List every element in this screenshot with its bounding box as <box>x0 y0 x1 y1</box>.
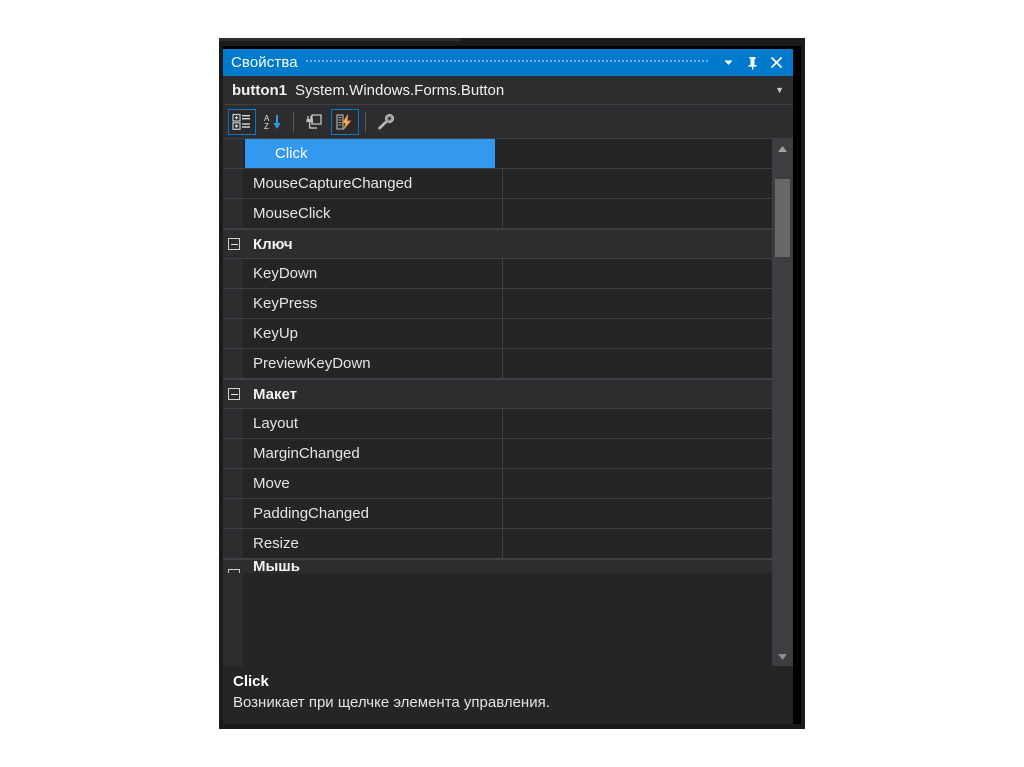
scroll-up-button[interactable] <box>772 139 793 158</box>
property-value[interactable] <box>503 169 772 198</box>
category-header[interactable]: Мышь <box>223 559 772 573</box>
property-name[interactable]: MouseCaptureChanged <box>223 169 503 198</box>
screenshot-root: Свойства button1 System.Windows.Forms.Bu… <box>0 0 1024 767</box>
sort-alpha-icon: A Z <box>264 114 281 131</box>
categorized-view-button[interactable] <box>228 108 256 135</box>
property-name[interactable]: Resize <box>223 529 503 558</box>
description-title: Click <box>233 673 269 690</box>
properties-plug-icon <box>306 113 322 129</box>
property-name[interactable]: MarginChanged <box>223 439 503 468</box>
window-top-strip <box>219 38 805 46</box>
tab-sliver <box>219 38 461 41</box>
vertical-scrollbar[interactable] <box>772 139 793 666</box>
property-name[interactable]: Layout <box>223 409 503 438</box>
collapse-icon[interactable] <box>228 388 240 400</box>
collapse-icon[interactable] <box>228 238 240 250</box>
property-value[interactable] <box>503 319 772 348</box>
property-name[interactable]: KeyPress <box>223 289 503 318</box>
title-bar: Свойства <box>223 49 793 76</box>
events-lightning-icon <box>336 113 352 130</box>
object-selector[interactable]: button1 System.Windows.Forms.Button ▼ <box>223 76 793 105</box>
property-value[interactable] <box>503 349 772 378</box>
property-row[interactable]: KeyPress <box>223 289 772 319</box>
property-value[interactable] <box>503 529 772 558</box>
property-value[interactable] <box>495 139 772 168</box>
property-row[interactable]: MouseClick <box>223 199 772 229</box>
close-icon[interactable] <box>765 52 787 74</box>
collapse-icon[interactable] <box>228 569 240 573</box>
property-value[interactable] <box>503 439 772 468</box>
property-pages-button[interactable] <box>372 109 400 135</box>
property-row[interactable]: Move <box>223 469 772 499</box>
category-header[interactable]: Ключ <box>223 229 772 259</box>
property-row[interactable]: MouseCaptureChanged <box>223 169 772 199</box>
pin-icon[interactable] <box>741 52 763 74</box>
category-header[interactable]: Макет <box>223 379 772 409</box>
property-name[interactable]: KeyDown <box>223 259 503 288</box>
property-name[interactable]: MouseClick <box>223 199 503 228</box>
property-value[interactable] <box>503 499 772 528</box>
grid-rows: Click MouseCaptureChanged MouseClick Ключ Ke… <box>223 139 772 573</box>
property-name[interactable]: PreviewKeyDown <box>223 349 503 378</box>
events-button[interactable] <box>331 108 359 135</box>
property-value[interactable] <box>503 289 772 318</box>
object-name: button1 <box>232 81 287 99</box>
properties-toolbar: A Z <box>223 105 793 139</box>
scrollbar-thumb[interactable] <box>775 179 790 257</box>
property-value[interactable] <box>503 409 772 438</box>
property-row[interactable]: KeyUp <box>223 319 772 349</box>
window-menu-icon[interactable] <box>717 52 739 74</box>
svg-text:Z: Z <box>264 122 269 131</box>
property-name[interactable]: Click <box>245 139 495 168</box>
description-pane: Click Возникает при щелчке элемента упра… <box>223 666 793 724</box>
property-row[interactable]: Click <box>223 139 772 169</box>
property-grid: Click MouseCaptureChanged MouseClick Ключ Ke… <box>223 139 793 666</box>
toolbar-separator <box>293 111 294 132</box>
object-type: System.Windows.Forms.Button <box>294 81 505 99</box>
object-selector-chevron-down-icon[interactable]: ▼ <box>775 85 793 95</box>
property-row[interactable]: MarginChanged <box>223 439 772 469</box>
property-name[interactable]: KeyUp <box>223 319 503 348</box>
description-text: Возникает при щелчке элемента управления… <box>233 694 550 711</box>
property-value[interactable] <box>503 469 772 498</box>
alphabetical-view-button[interactable]: A Z <box>259 109 287 135</box>
property-value[interactable] <box>503 259 772 288</box>
property-row[interactable]: KeyDown <box>223 259 772 289</box>
property-value[interactable] <box>503 199 772 228</box>
property-name[interactable]: PaddingChanged <box>223 499 503 528</box>
properties-window-frame: Свойства button1 System.Windows.Forms.Bu… <box>219 38 805 729</box>
property-row[interactable]: Layout <box>223 409 772 439</box>
properties-button[interactable] <box>300 109 328 135</box>
panel-title: Свойства <box>231 54 298 71</box>
property-name[interactable]: Move <box>223 469 503 498</box>
property-row[interactable]: PreviewKeyDown <box>223 349 772 379</box>
property-row[interactable]: PaddingChanged <box>223 499 772 529</box>
scroll-down-button[interactable] <box>772 647 793 666</box>
title-bar-buttons <box>717 52 793 74</box>
property-pages-key-icon <box>378 113 394 130</box>
property-row[interactable]: Resize <box>223 529 772 559</box>
title-drag-dots[interactable] <box>305 49 709 76</box>
toolbar-separator-2 <box>365 111 366 132</box>
categorized-icon <box>232 113 250 130</box>
